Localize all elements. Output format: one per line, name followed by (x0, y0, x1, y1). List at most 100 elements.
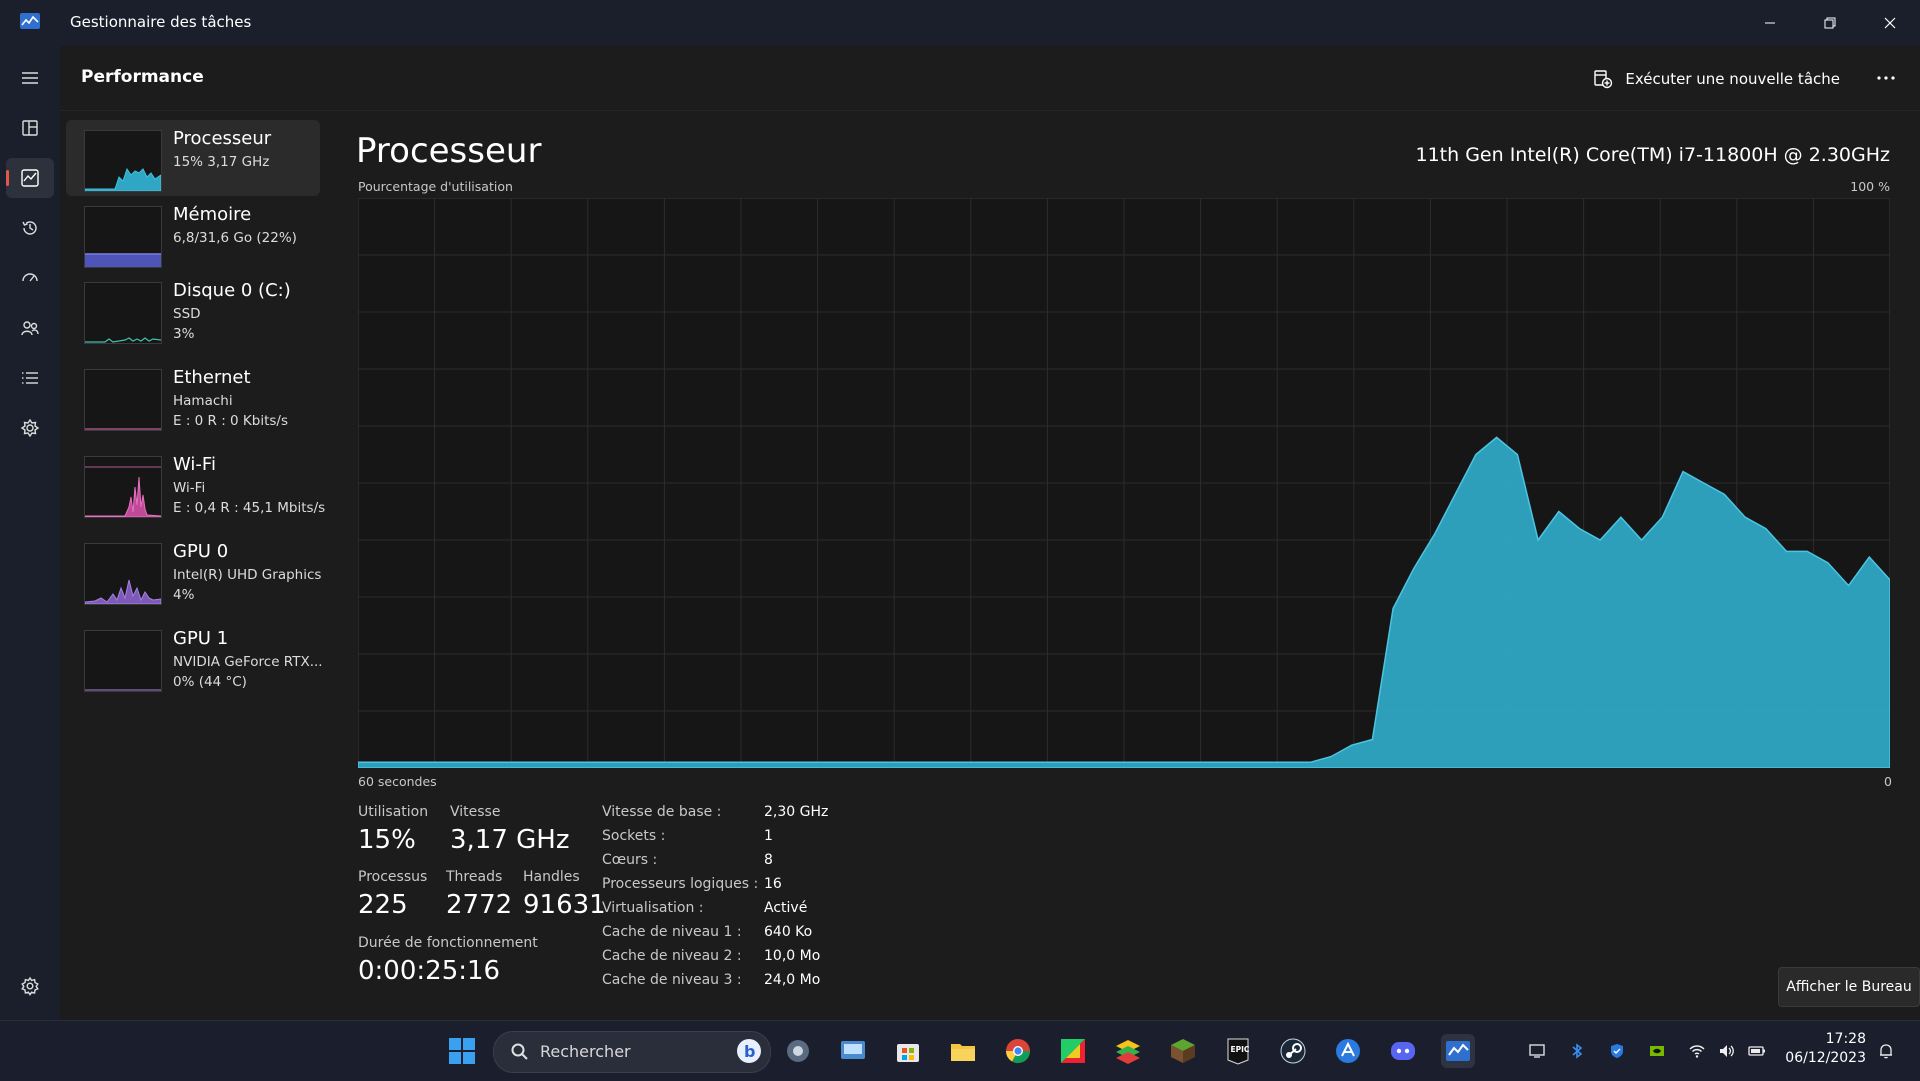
tray-security-icon[interactable] (1607, 1041, 1627, 1061)
search-icon (511, 1043, 528, 1060)
device-detail: Intel(R) UHD Graphics (173, 567, 322, 583)
handles-value: 91631 (523, 890, 606, 920)
detail-value: 8 (764, 852, 773, 868)
taskbar-bluestacks[interactable] (1111, 1034, 1145, 1068)
taskbar-settings-app[interactable] (781, 1034, 815, 1068)
taskbar-file-explorer[interactable] (946, 1034, 980, 1068)
taskbar-discord[interactable] (1386, 1034, 1420, 1068)
close-button[interactable] (1860, 0, 1920, 46)
nav-performance[interactable] (6, 158, 54, 198)
detail-key: Cache de niveau 3 : (602, 972, 742, 988)
tray-bluetooth-icon[interactable] (1567, 1041, 1587, 1061)
detail-key: Cache de niveau 2 : (602, 948, 742, 964)
ellipsis-icon (1877, 76, 1895, 80)
show-desktop-tooltip: Afficher le Bureau (1778, 967, 1920, 1007)
run-new-task-button[interactable]: Exécuter une nouvelle tâche (1593, 64, 1840, 94)
taskbar-rgb-app[interactable] (1056, 1034, 1090, 1068)
taskbar-store[interactable] (891, 1034, 925, 1068)
users-icon (21, 321, 39, 336)
taskbar-chrome[interactable] (1001, 1034, 1035, 1068)
page-header: Performance Exécuter une nouvelle tâche (60, 46, 1920, 111)
nav-users[interactable] (6, 308, 54, 348)
nav-details[interactable] (6, 358, 54, 398)
utilisation-value: 15% (358, 825, 416, 855)
device-item-gpu0[interactable]: GPU 0 Intel(R) UHD Graphics 4% (66, 533, 322, 609)
taskbar-control-panel[interactable] (836, 1034, 870, 1068)
device-item-cpu[interactable]: Processeur 15% 3,17 GHz (66, 120, 320, 196)
device-item-wifi[interactable]: Wi-Fi Wi-Fi E : 0,4 R : 45,1 Mbits/s (66, 446, 325, 522)
taskbar-minecraft[interactable] (1166, 1034, 1200, 1068)
restore-icon (1824, 17, 1836, 29)
device-name: Wi-Fi (173, 454, 216, 475)
device-detail-2: E : 0,4 R : 45,1 Mbits/s (173, 500, 326, 516)
detail-value: 1 (764, 828, 773, 844)
tray-volume-icon[interactable] (1717, 1041, 1737, 1061)
bing-icon: b (737, 1039, 761, 1063)
nav-services[interactable] (6, 408, 54, 448)
device-detail: Wi-Fi (173, 480, 206, 496)
new-task-icon (1594, 70, 1613, 89)
device-name: GPU 1 (173, 628, 229, 649)
notification-bell-icon[interactable] (1876, 1041, 1896, 1061)
task-manager-taskbar-icon (1446, 1041, 1470, 1061)
task-manager-icon (20, 13, 40, 29)
gpu0-thumbnail-graph (84, 543, 162, 605)
device-detail: 6,8/31,6 Go (22%) (173, 230, 297, 246)
vitesse-value: 3,17 GHz (450, 825, 570, 855)
device-detail: NVIDIA GeForce RTX... (173, 654, 323, 670)
tray-wifi-icon[interactable] (1687, 1041, 1707, 1061)
taskbar-clock[interactable]: 17:28 06/12/2023 (1785, 1030, 1866, 1068)
taskbar-task-manager[interactable] (1441, 1034, 1475, 1068)
settings-app-icon (787, 1040, 809, 1062)
detail-value: 24,0 Mo (764, 972, 821, 988)
detail-value: Activé (764, 900, 808, 916)
taskbar-search[interactable]: Rechercher b (493, 1031, 771, 1073)
minimize-button[interactable] (1740, 0, 1800, 46)
nav-startup-apps[interactable] (6, 258, 54, 298)
nav-rail (0, 46, 60, 1020)
more-options-button[interactable] (1866, 62, 1906, 94)
graph-max-label: 100 % (1850, 179, 1890, 194)
minecraft-icon (1171, 1039, 1195, 1063)
threads-value: 2772 (446, 890, 513, 920)
search-placeholder: Rechercher (540, 1042, 631, 1061)
epic-games-icon: EPIC (1227, 1038, 1250, 1065)
device-name: Processeur (173, 128, 272, 149)
tray-nvidia-icon[interactable] (1647, 1041, 1667, 1061)
graph-span-label: 60 secondes (358, 774, 437, 789)
device-name: GPU 0 (173, 541, 229, 562)
history-icon (22, 221, 37, 235)
device-detail-2: 4% (173, 587, 195, 603)
taskbar-app-blue[interactable] (1331, 1034, 1365, 1068)
memory-thumbnail-graph (84, 206, 162, 268)
disk-thumbnail-graph (84, 282, 162, 344)
taskbar-steam[interactable] (1276, 1034, 1310, 1068)
device-list: Processeur 15% 3,17 GHz Mémoire 6,8/31,6… (60, 111, 332, 1021)
performance-icon (21, 169, 39, 187)
device-item-gpu1[interactable]: GPU 1 NVIDIA GeForce RTX... 0% (44 °C) (66, 620, 323, 696)
nav-settings[interactable] (6, 966, 54, 1006)
detail-key: Vitesse de base : (602, 804, 722, 820)
hamburger-menu-button[interactable] (6, 58, 54, 98)
nav-app-history[interactable] (6, 208, 54, 248)
utilisation-label: Utilisation (358, 804, 429, 820)
taskbar-epic-games[interactable]: EPIC (1221, 1034, 1255, 1068)
nav-processes[interactable] (6, 108, 54, 148)
restore-button[interactable] (1800, 0, 1860, 46)
tray-display-icon[interactable] (1527, 1041, 1547, 1061)
svg-text:EPIC: EPIC (1231, 1045, 1250, 1054)
device-item-memory[interactable]: Mémoire 6,8/31,6 Go (22%) (66, 196, 320, 272)
blue-app-icon (1336, 1039, 1360, 1063)
tray-battery-icon[interactable] (1747, 1041, 1767, 1061)
ethernet-thumbnail-graph (84, 369, 162, 431)
device-name: Mémoire (173, 204, 252, 225)
detail-key: Processeurs logiques : (602, 876, 759, 892)
device-item-disk[interactable]: Disque 0 (C:) SSD 3% (66, 272, 320, 348)
store-icon (897, 1044, 919, 1062)
device-item-ethernet[interactable]: Ethernet Hamachi E : 0 R : 0 Kbits/s (66, 359, 320, 435)
detail-key: Cœurs : (602, 852, 658, 868)
processus-label: Processus (358, 869, 428, 885)
device-detail: SSD (173, 306, 201, 322)
svg-text:b: b (744, 1042, 755, 1061)
start-button[interactable] (445, 1034, 479, 1068)
